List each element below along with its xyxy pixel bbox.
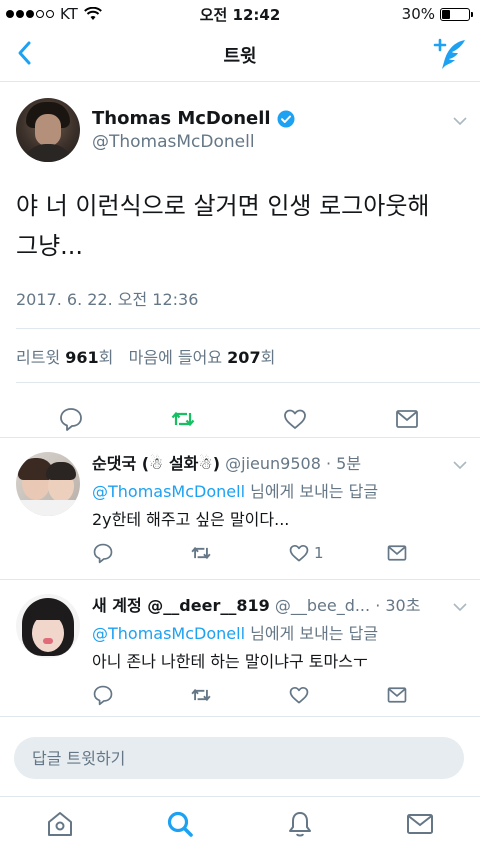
reply-author-name[interactable]: 새 계정 @__deer__819 — [92, 596, 270, 615]
avatar[interactable] — [16, 594, 80, 658]
reply-author-handle[interactable]: @__bee_d... — [275, 596, 370, 615]
battery-fill — [442, 9, 450, 19]
reply-header: 순댓국 (☃ 설화☃) @jieun9508 · 5분 — [92, 450, 442, 474]
divider — [16, 328, 480, 329]
compose-feather-icon[interactable] — [432, 36, 468, 72]
retweet-icon[interactable] — [170, 406, 196, 432]
retweet-count: 961 — [65, 348, 99, 367]
author-name[interactable]: Thomas McDonell — [92, 108, 271, 129]
reply-actions: 1 — [92, 542, 432, 568]
reply-icon[interactable] — [92, 684, 114, 706]
verified-badge-icon — [277, 110, 295, 127]
battery-icon — [440, 7, 473, 21]
reply-time: · 5분 — [325, 454, 362, 473]
search-icon[interactable] — [165, 809, 195, 839]
reply-to-suffix: 님에게 보내는 답글 — [245, 624, 379, 643]
heart-icon[interactable] — [282, 406, 308, 432]
message-icon[interactable] — [386, 542, 408, 564]
divider — [16, 382, 480, 383]
retweet-suffix: 회 — [98, 348, 114, 367]
chevron-down-icon[interactable] — [452, 116, 468, 126]
retweet-icon[interactable] — [190, 684, 212, 706]
retweet-label: 리트윗 — [16, 348, 61, 367]
like-label: 마음에 들어요 — [128, 348, 223, 367]
status-right: 30% — [401, 5, 473, 23]
avatar[interactable] — [16, 452, 80, 516]
reply-compose-bar — [0, 716, 480, 796]
heart-icon[interactable] — [288, 542, 310, 564]
heart-icon[interactable] — [288, 684, 310, 706]
reply-tweet[interactable]: 새 계정 @__deer__819 @__bee_d... · 30초 @Tho… — [0, 579, 480, 716]
reply-time: · 30초 — [375, 596, 421, 615]
status-bar: KT 오전 12:42 30% — [0, 0, 480, 28]
notifications-bell-icon[interactable] — [285, 809, 315, 839]
tweet-text-line2: 그냥... — [16, 232, 84, 260]
chevron-down-icon[interactable] — [452, 602, 468, 612]
reply-tweet[interactable]: 순댓국 (☃ 설화☃) @jieun9508 · 5분 @ThomasMcDon… — [0, 437, 480, 579]
replying-to: @ThomasMcDonell 님에게 보내는 답글 — [92, 620, 378, 644]
tweet-text-line1: 야 너 이런식으로 살거면 인생 로그아웃해 — [16, 192, 430, 220]
messages-icon[interactable] — [405, 809, 435, 839]
reply-author-name[interactable]: 순댓국 (☃ 설화☃) — [92, 454, 220, 473]
author-handle[interactable]: @ThomasMcDonell — [92, 132, 255, 152]
home-icon[interactable] — [45, 809, 75, 839]
like-count: 1 — [314, 544, 324, 562]
page-title: 트윗 — [223, 46, 257, 67]
replying-to: @ThomasMcDonell 님에게 보내는 답글 — [92, 478, 378, 502]
reply-text: 아니 존나 나한테 하는 말이냐구 토마스ㅜ — [92, 652, 368, 671]
chevron-down-icon[interactable] — [452, 460, 468, 470]
reply-header: 새 계정 @__deer__819 @__bee_d... · 30초 — [92, 592, 442, 616]
message-icon[interactable] — [386, 684, 408, 706]
tweet-text: 야 너 이런식으로 살거면 인생 로그아웃해 그냥... — [16, 186, 466, 266]
like-count: 207 — [227, 348, 261, 367]
reply-icon[interactable] — [92, 542, 114, 564]
battery-percent: 30% — [401, 5, 435, 23]
reply-author-handle[interactable]: @jieun9508 — [225, 454, 321, 473]
author-name-row[interactable]: Thomas McDonell — [92, 108, 295, 129]
tab-bar — [0, 796, 480, 854]
tweet-actions — [0, 392, 480, 442]
reply-to-suffix: 님에게 보내는 답글 — [245, 482, 379, 501]
reply-text: 2y한테 해주고 싶은 말이다... — [92, 510, 290, 529]
reply-actions — [92, 684, 432, 710]
like-suffix: 회 — [260, 348, 276, 367]
message-icon[interactable] — [394, 406, 420, 432]
nav-bar: 트윗 — [0, 28, 480, 82]
mention-link[interactable]: @ThomasMcDonell — [92, 482, 245, 501]
mention-link[interactable]: @ThomasMcDonell — [92, 624, 245, 643]
tweet-stats[interactable]: 리트윗 961회 마음에 들어요 207회 — [16, 344, 275, 368]
avatar[interactable] — [16, 98, 80, 162]
tweet-date: 2017. 6. 22. 오전 12:36 — [16, 290, 199, 309]
reply-icon[interactable] — [58, 406, 84, 432]
retweet-icon[interactable] — [190, 542, 212, 564]
reply-input[interactable] — [14, 737, 464, 779]
